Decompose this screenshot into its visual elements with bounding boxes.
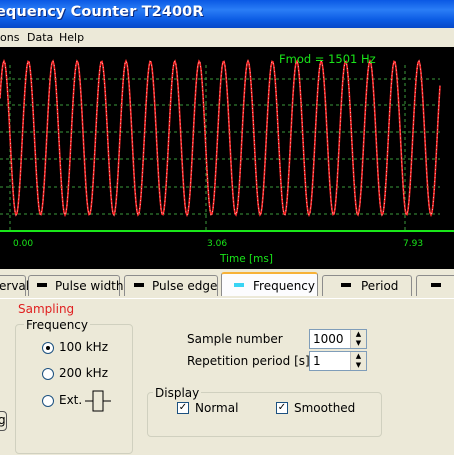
sampling-title: Sampling <box>16 302 77 316</box>
tab-indicator <box>431 283 441 287</box>
spin-up-icon[interactable]: ▲ <box>351 330 366 339</box>
tab-indicator <box>37 283 47 287</box>
tab-interval[interactable]: erval <box>0 275 29 296</box>
signal-trace <box>0 58 441 218</box>
smoothed-label: Smoothed <box>294 401 356 415</box>
radio-200khz-label: 200 kHz <box>59 366 108 380</box>
smoothed-checkbox[interactable]: ✓ <box>276 402 288 414</box>
tab-indicator <box>341 283 351 287</box>
repetition-period-stepper[interactable]: 1 ▲ ▼ <box>309 351 367 371</box>
menu-bar: ons Data Help <box>0 28 454 47</box>
normal-checkbox[interactable]: ✓ <box>177 402 189 414</box>
menu-data[interactable]: Data <box>27 31 53 44</box>
display-group-title: Display <box>153 386 202 400</box>
repetition-period-label: Repetition period [s] <box>187 354 310 368</box>
pulse-icon <box>85 390 111 412</box>
title-bar: equency Counter T2400R <box>0 0 454 28</box>
waveform-plot: Fmod = 1501 Hz 0.00 3.06 7.93 Time [ms] <box>0 52 454 265</box>
radio-ext[interactable] <box>42 395 54 407</box>
x-tick-label: 7.93 <box>403 239 423 249</box>
tab-pulse-width[interactable]: Pulse width <box>28 275 124 296</box>
x-tick-label: 0.00 <box>13 239 33 249</box>
menu-options[interactable]: ons <box>0 31 19 44</box>
menu-help[interactable]: Help <box>59 31 84 44</box>
spin-down-icon[interactable]: ▼ <box>351 339 366 348</box>
settings-panel: g Sampling Frequency 100 kHz 200 kHz Ext… <box>0 298 454 455</box>
sample-number-stepper[interactable]: 1000 ▲ ▼ <box>309 329 367 349</box>
radio-100khz-label: 100 kHz <box>59 340 108 354</box>
tab-strip: erval Pulse width Pulse edge Frequency P… <box>0 269 454 298</box>
spin-down-icon[interactable]: ▼ <box>351 361 366 370</box>
tab-indicator <box>234 283 244 287</box>
x-axis-label: Time [ms] <box>219 253 273 265</box>
fmod-readout: Fmod = 1501 Hz <box>279 52 376 66</box>
x-tick-label: 3.06 <box>207 239 227 249</box>
sample-number-label: Sample number <box>187 332 283 346</box>
frequency-group-title: Frequency <box>24 318 90 332</box>
radio-ext-label: Ext. <box>59 393 83 407</box>
radio-200khz[interactable] <box>42 368 54 380</box>
spin-up-icon[interactable]: ▲ <box>351 352 366 361</box>
tab-indicator <box>134 283 144 287</box>
left-edge-button[interactable]: g <box>0 411 7 431</box>
tab-more[interactable] <box>416 275 454 296</box>
window-title: equency Counter T2400R <box>0 4 204 20</box>
tab-pulse-edge[interactable]: Pulse edge <box>124 275 218 296</box>
tab-frequency[interactable]: Frequency <box>221 272 318 296</box>
normal-label: Normal <box>195 401 239 415</box>
oscilloscope-display: Fmod = 1501 Hz 0.00 3.06 7.93 Time [ms] <box>0 47 454 269</box>
radio-100khz[interactable] <box>42 342 54 354</box>
tab-period[interactable]: Period <box>322 275 412 296</box>
